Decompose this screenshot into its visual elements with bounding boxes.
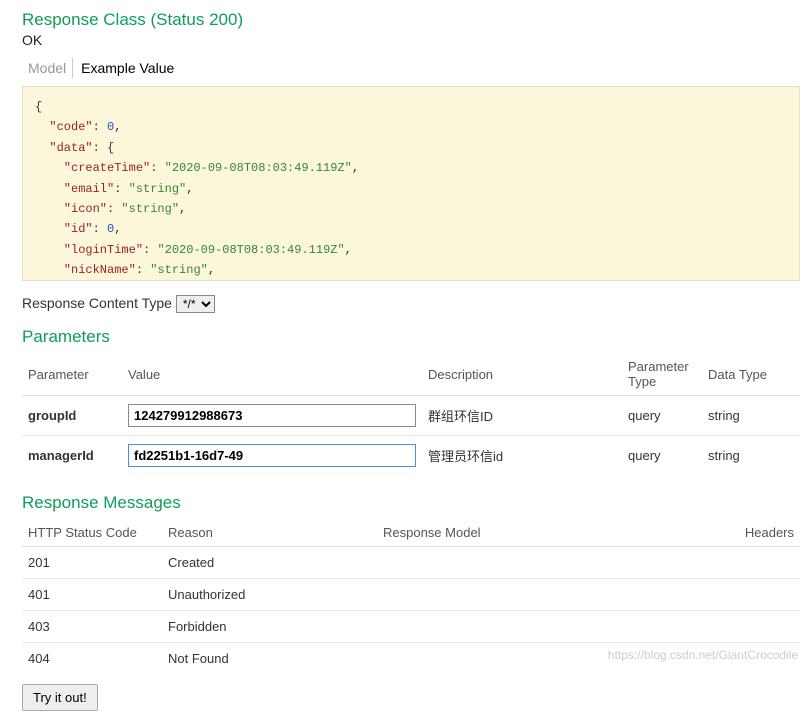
- status-reason: Created: [162, 547, 377, 579]
- param-description: 群组环信ID: [422, 396, 622, 436]
- content-type-select[interactable]: */*: [176, 295, 215, 313]
- status-reason: Not Found: [162, 643, 377, 675]
- param-description: 管理员环信id: [422, 436, 622, 476]
- tab-example-value[interactable]: Example Value: [72, 58, 180, 78]
- table-row: 201Created: [22, 547, 800, 579]
- response-model-cell: [377, 611, 648, 643]
- th-headers: Headers: [648, 519, 800, 547]
- response-model-cell: [377, 643, 648, 675]
- th-data-type: Data Type: [702, 353, 800, 396]
- headers-cell: [648, 547, 800, 579]
- try-it-out-button[interactable]: Try it out!: [22, 684, 98, 711]
- param-data-type: string: [702, 396, 800, 436]
- headers-cell: [648, 579, 800, 611]
- status-code: 201: [22, 547, 162, 579]
- param-data-type: string: [702, 436, 800, 476]
- th-parameter: Parameter: [22, 353, 122, 396]
- response-content-type-row: Response Content Type */*: [22, 295, 800, 313]
- th-description: Description: [422, 353, 622, 396]
- status-reason: Unauthorized: [162, 579, 377, 611]
- response-model-cell: [377, 547, 648, 579]
- table-row: groupId 群组环信IDquerystring: [22, 396, 800, 436]
- th-reason: Reason: [162, 519, 377, 547]
- table-row: managerId 管理员环信idquerystring: [22, 436, 800, 476]
- parameters-title: Parameters: [22, 327, 800, 347]
- param-value-input[interactable]: [128, 444, 416, 467]
- response-messages-table: HTTP Status Code Reason Response Model H…: [22, 519, 800, 674]
- response-status-text: OK: [22, 32, 800, 48]
- example-json-block[interactable]: { "code": 0, "data": { "createTime": "20…: [22, 86, 800, 281]
- status-code: 404: [22, 643, 162, 675]
- tab-model[interactable]: Model: [22, 58, 72, 78]
- param-name: groupId: [22, 396, 122, 436]
- th-response-model: Response Model: [377, 519, 648, 547]
- th-status-code: HTTP Status Code: [22, 519, 162, 547]
- response-messages-title: Response Messages: [22, 493, 800, 513]
- table-row: 403Forbidden: [22, 611, 800, 643]
- param-type: query: [622, 396, 702, 436]
- status-code: 401: [22, 579, 162, 611]
- th-value: Value: [122, 353, 422, 396]
- param-name: managerId: [22, 436, 122, 476]
- param-type: query: [622, 436, 702, 476]
- response-tabs: Model Example Value: [22, 58, 800, 78]
- table-row: 401Unauthorized: [22, 579, 800, 611]
- param-value-input[interactable]: [128, 404, 416, 427]
- response-model-cell: [377, 579, 648, 611]
- status-code: 403: [22, 611, 162, 643]
- status-reason: Forbidden: [162, 611, 377, 643]
- headers-cell: [648, 611, 800, 643]
- table-row: 404Not Found: [22, 643, 800, 675]
- th-parameter-type: Parameter Type: [622, 353, 702, 396]
- parameters-table: Parameter Value Description Parameter Ty…: [22, 353, 800, 475]
- response-content-type-label: Response Content Type: [22, 295, 172, 311]
- headers-cell: [648, 643, 800, 675]
- response-class-title: Response Class (Status 200): [22, 10, 800, 30]
